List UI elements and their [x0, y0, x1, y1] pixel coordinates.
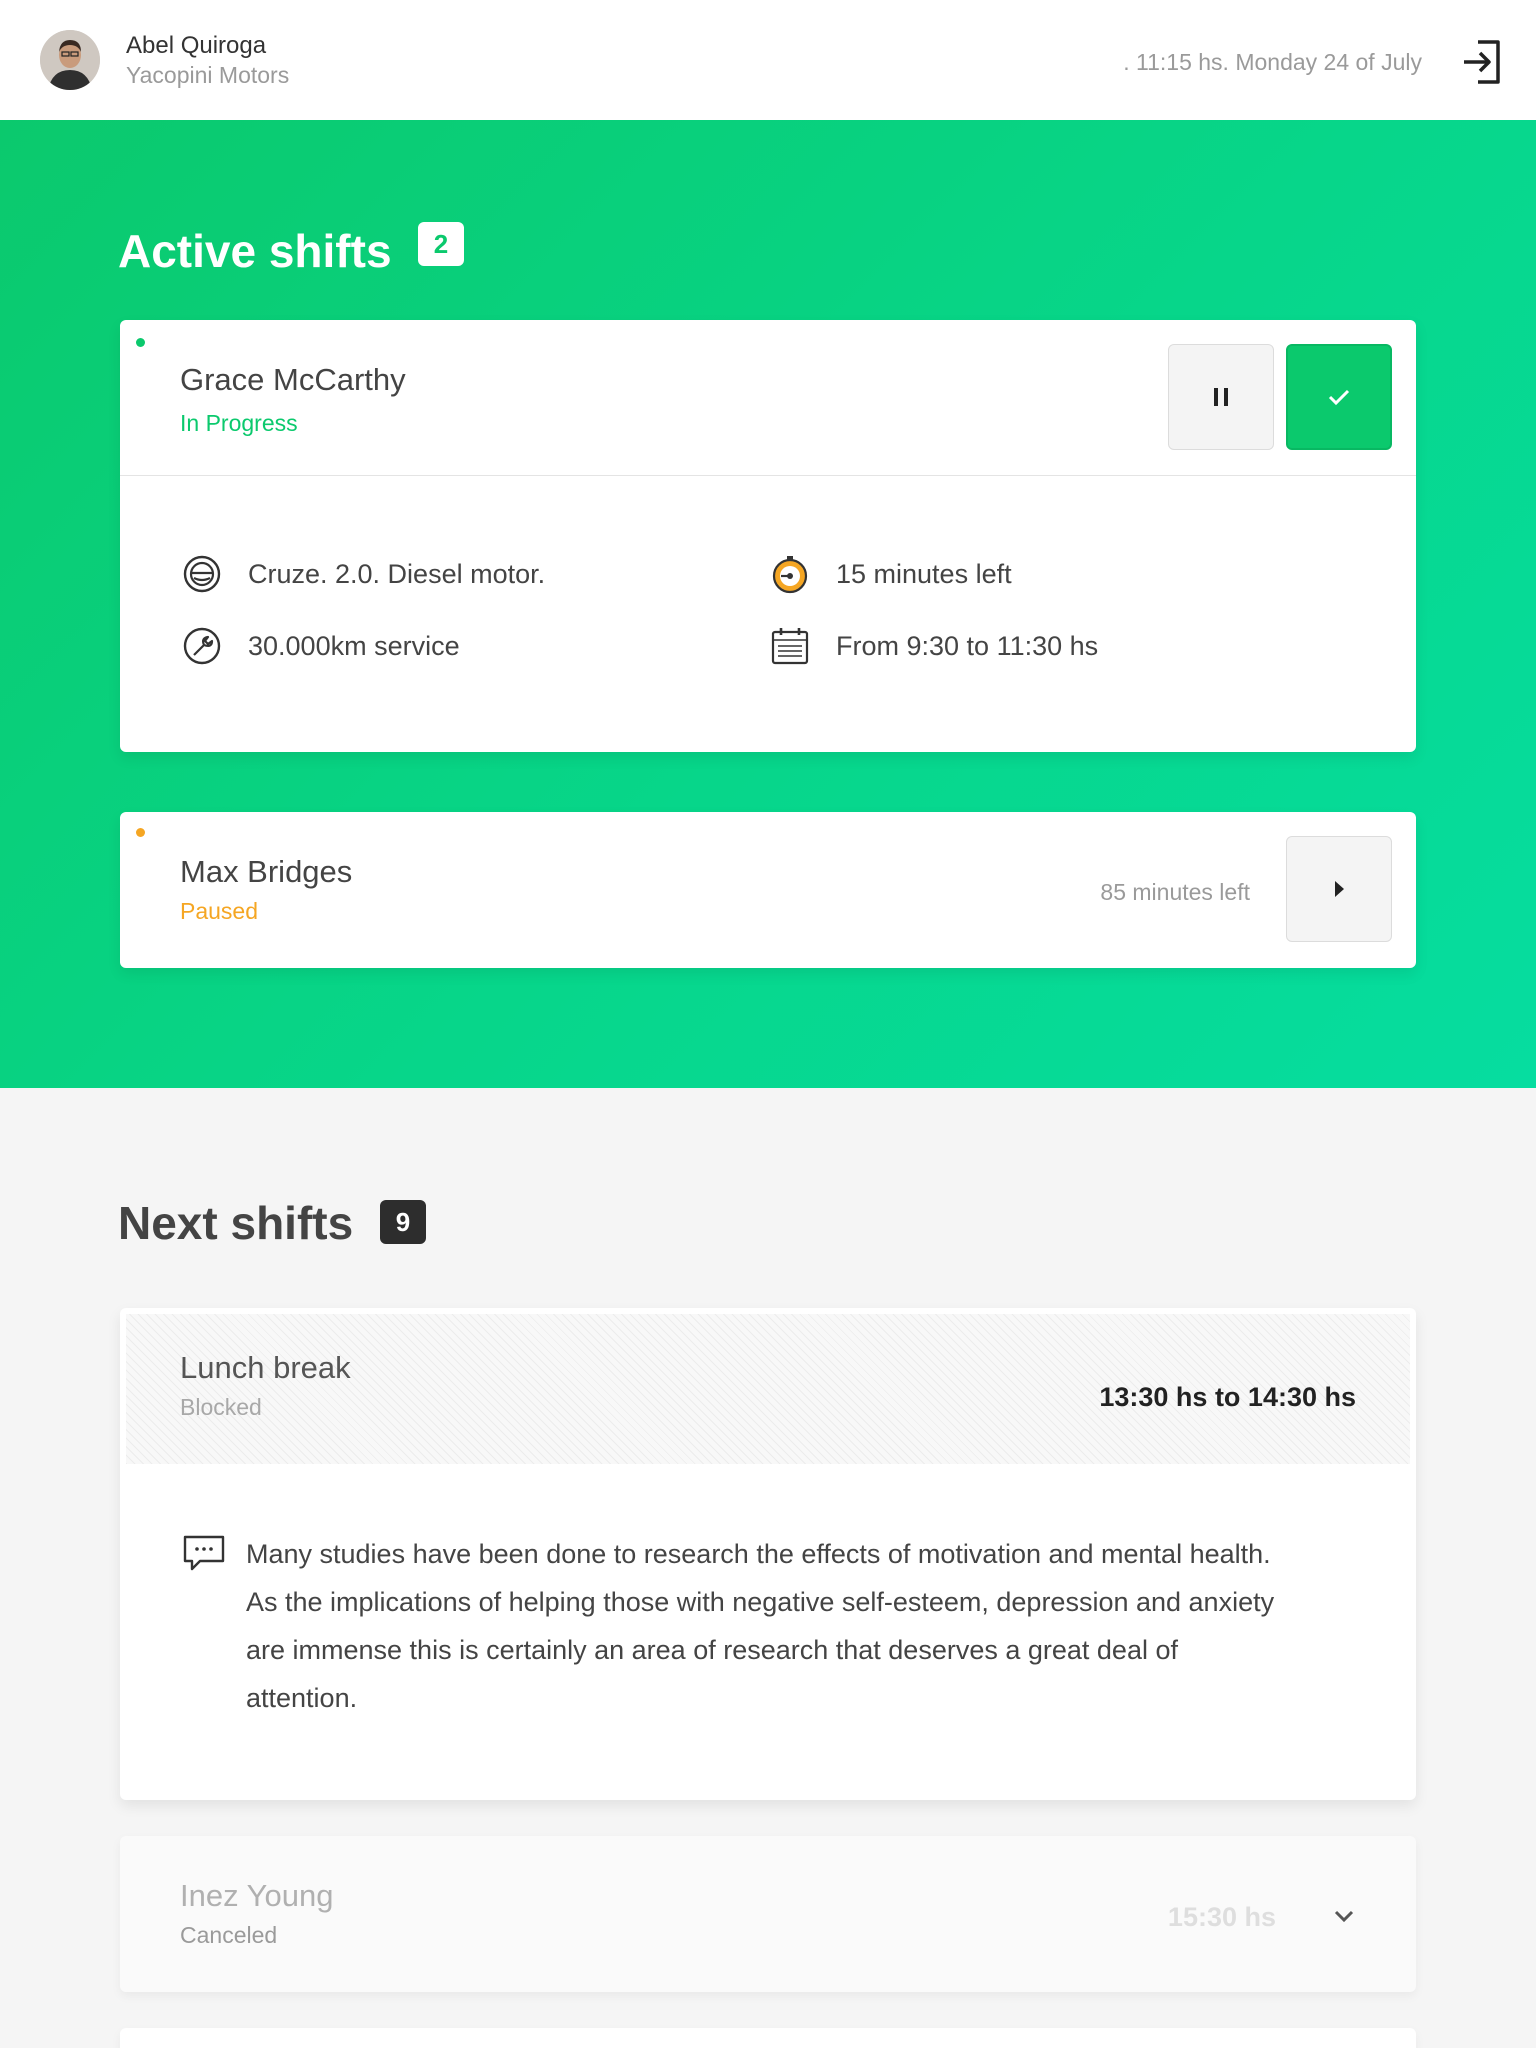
vehicle-text: Cruze. 2.0. Diesel motor.: [248, 558, 546, 589]
shift-title: Lunch break: [180, 1350, 351, 1385]
shift-card-max[interactable]: Max Bridges Paused 85 minutes left: [120, 812, 1416, 968]
shift-status: In Progress: [180, 410, 298, 436]
shift-client-name: Grace McCarthy: [180, 362, 406, 397]
logout-icon[interactable]: [1460, 38, 1504, 86]
shift-card-partial[interactable]: [120, 2028, 1416, 2048]
time-left-detail: 15 minutes left: [770, 554, 1012, 594]
shift-status: Canceled: [180, 1922, 278, 1948]
top-bar: Abel Quiroga Yacopini Motors . 11:15 hs.…: [0, 0, 1536, 120]
steering-wheel-icon: [182, 554, 222, 594]
vehicle-detail: Cruze. 2.0. Diesel motor.: [182, 554, 545, 594]
schedule-text: From 9:30 to 11:30 hs: [836, 630, 1099, 661]
play-icon: [1335, 881, 1344, 897]
status-dot: [136, 338, 145, 347]
shift-time: 15:30 hs: [1167, 1902, 1276, 1932]
active-shifts-count-badge: 2: [418, 222, 464, 266]
avatar[interactable]: [40, 30, 100, 90]
time-left-text: 15 minutes left: [836, 558, 1012, 589]
time-left: 85 minutes left: [1100, 879, 1250, 905]
comment-icon: [182, 1534, 226, 1574]
user-name: Abel Quiroga: [126, 32, 267, 59]
pause-button[interactable]: [1168, 344, 1274, 450]
next-shifts-title: Next shifts: [118, 1197, 354, 1249]
shift-card-grace[interactable]: Grace McCarthy In Progress Cruze. 2.0. D…: [120, 320, 1416, 752]
shift-status: Paused: [180, 898, 259, 924]
shift-status: Blocked: [180, 1394, 262, 1420]
shift-note: Many studies have been done to research …: [246, 1539, 1275, 1713]
next-shifts-count-badge: 9: [380, 1200, 426, 1244]
user-company: Yacopini Motors: [126, 62, 290, 88]
service-detail: 30.000km service: [182, 626, 460, 666]
schedule-detail: From 9:30 to 11:30 hs: [770, 626, 1098, 666]
pause-icon: [1214, 388, 1228, 406]
current-datetime: . 11:15 hs. Monday 24 of July: [1123, 49, 1422, 75]
stopwatch-icon: [770, 554, 810, 594]
calendar-icon: [770, 626, 810, 666]
wrench-icon: [182, 626, 222, 666]
status-dot: [136, 828, 145, 837]
check-icon: [1328, 389, 1350, 406]
shift-card-inez[interactable]: Inez Young Canceled 15:30 hs: [120, 1836, 1416, 1992]
complete-button[interactable]: [1286, 344, 1392, 450]
service-text: 30.000km service: [248, 630, 460, 661]
chevron-down-icon[interactable]: [1328, 1900, 1360, 1932]
shift-time-range: 13:30 hs to 14:30 hs: [1099, 1382, 1356, 1412]
resume-button[interactable]: [1286, 836, 1392, 942]
divider: [120, 475, 1416, 476]
shift-client-name: Max Bridges: [180, 854, 353, 889]
shift-card-lunch-break[interactable]: Lunch break Blocked 13:30 hs to 14:30 hs…: [120, 1308, 1416, 1800]
active-shifts-title: Active shifts: [118, 225, 392, 277]
shift-client-name: Inez Young: [180, 1878, 334, 1913]
